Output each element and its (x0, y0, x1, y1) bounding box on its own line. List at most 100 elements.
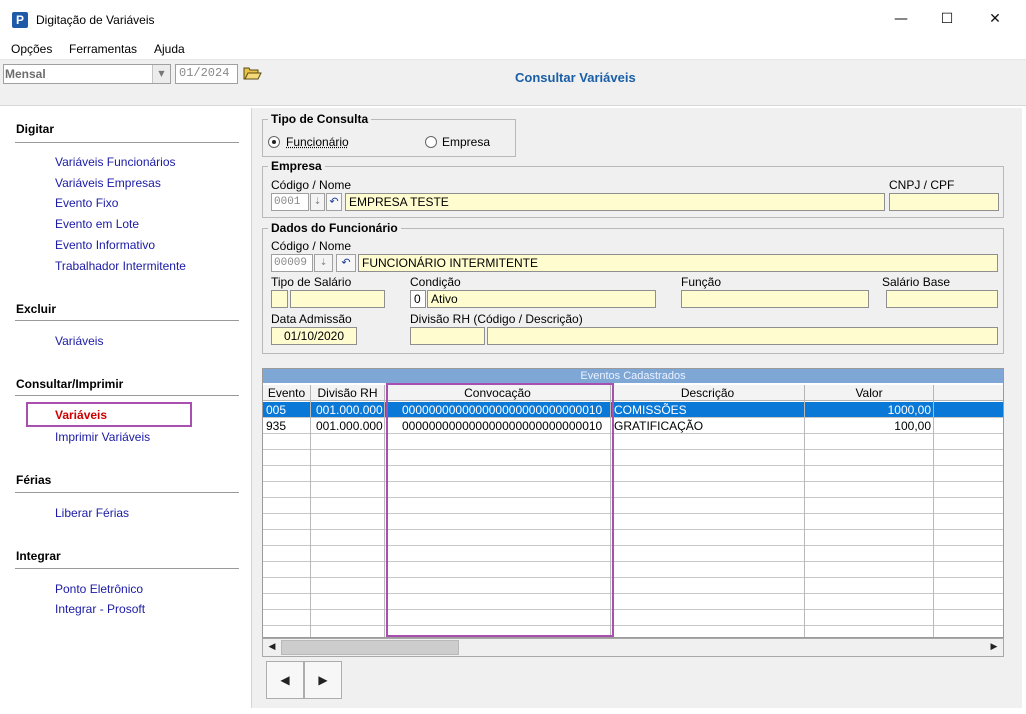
admissao-field[interactable]: 01/10/2020 (271, 327, 357, 345)
highlight-box (386, 383, 614, 637)
radio-funcionario[interactable] (268, 136, 280, 148)
divider (15, 568, 239, 569)
sidebar-item-integrar-prosoft[interactable]: Integrar - Prosoft (55, 602, 145, 616)
row-divider (263, 513, 1003, 514)
divisao-label: Divisão RH (Código / Descrição) (410, 312, 583, 326)
funcionario-codigo-label: Código / Nome (271, 239, 352, 253)
tipo-salario-label: Tipo de Salário (271, 275, 352, 289)
funcionario-nome-field[interactable]: FUNCIONÁRIO INTERMITENTE (358, 254, 998, 272)
highlight-box (26, 402, 192, 427)
row-divider (263, 609, 1003, 610)
divider (15, 142, 239, 143)
sidebar-section-excluir: Excluir (16, 302, 57, 316)
undo-icon[interactable]: ↶ (326, 193, 342, 211)
cell-valor[interactable]: 100,00 (805, 418, 931, 434)
sidebar-item-evento-informativo[interactable]: Evento Informativo (55, 238, 155, 252)
funcao-label: Função (681, 275, 722, 289)
radio-empresa[interactable] (425, 136, 437, 148)
scroll-right-icon[interactable]: ▶ (986, 639, 1002, 656)
funcao-field[interactable] (681, 290, 869, 308)
folder-open-icon[interactable] (242, 63, 262, 83)
tipo-salario-code-field[interactable] (271, 290, 288, 308)
row-divider (263, 561, 1003, 562)
tipo-consulta-title: Tipo de Consulta (268, 112, 372, 126)
cnpj-label: CNPJ / CPF (889, 178, 955, 192)
sidebar-item-consultar-variaveis[interactable]: Variáveis (55, 408, 107, 422)
column-divider (933, 401, 934, 637)
column-divider (804, 401, 805, 637)
radio-funcionario-label[interactable]: Funcionário (286, 135, 349, 149)
row-divider (263, 577, 1003, 578)
cnpj-field[interactable] (889, 193, 999, 211)
sidebar-item-ponto-eletronico[interactable]: Ponto Eletrônico (55, 582, 143, 596)
sidebar-item-excluir-variaveis[interactable]: Variáveis (55, 334, 103, 348)
empresa-nome-field[interactable]: EMPRESA TESTE (345, 193, 885, 211)
row-divider (263, 593, 1003, 594)
sidebar-item-variaveis-funcionarios[interactable]: Variáveis Funcionários (55, 155, 176, 169)
sidebar-item-variaveis-empresas[interactable]: Variáveis Empresas (55, 176, 161, 190)
month-input[interactable]: 01/2024 (175, 64, 238, 84)
column-divider (310, 401, 311, 637)
menu-ferramentas[interactable]: Ferramentas (69, 42, 137, 56)
scroll-left-icon[interactable]: ◀ (264, 639, 280, 656)
sidebar-item-liberar-ferias[interactable]: Liberar Férias (55, 506, 129, 520)
empresa-codigo-input[interactable]: 0001 (271, 193, 309, 211)
sidebar-section-integrar: Integrar (16, 549, 61, 563)
row-divider (263, 545, 1003, 546)
empresa-codigo-label: Código / Nome (271, 178, 352, 192)
row-divider (263, 481, 1003, 482)
sidebar-item-imprimir-variaveis[interactable]: Imprimir Variáveis (55, 430, 150, 444)
cell-evento[interactable]: 005 (266, 402, 286, 418)
minimize-button[interactable]: — (878, 0, 924, 38)
sidebar-item-evento-lote[interactable]: Evento em Lote (55, 217, 139, 231)
menu-ajuda[interactable]: Ajuda (154, 42, 185, 56)
undo-icon[interactable]: ↶ (336, 254, 356, 272)
lookup-icon[interactable]: ⇣ (310, 193, 325, 211)
maximize-button[interactable]: ☐ (924, 0, 970, 38)
next-button[interactable]: ▶ (304, 661, 342, 699)
cell-descricao[interactable]: COMISSÕES (614, 402, 687, 418)
divider (15, 492, 239, 493)
column-header-descricao[interactable]: Descrição (611, 385, 805, 401)
cell-divisao[interactable]: 001.000.000 (316, 418, 383, 434)
period-value: Mensal (5, 67, 46, 81)
window-title: Digitação de Variáveis (36, 13, 155, 27)
cell-evento[interactable]: 935 (266, 418, 286, 434)
close-button[interactable]: ✕ (972, 0, 1018, 38)
sidebar-item-trabalhador-intermitente[interactable]: Trabalhador Intermitente (55, 259, 186, 273)
cell-valor[interactable]: 1000,00 (805, 402, 931, 418)
divisao-field[interactable] (487, 327, 998, 345)
page-title: Consultar Variáveis (515, 70, 636, 85)
prev-button[interactable]: ◀ (266, 661, 304, 699)
admissao-label: Data Admissão (271, 312, 352, 326)
cell-descricao[interactable]: GRATIFICAÇÃO (614, 418, 703, 434)
divider (15, 320, 239, 321)
condicao-label: Condição (410, 275, 461, 289)
sidebar-section-digitar: Digitar (16, 122, 55, 136)
row-divider (263, 465, 1003, 466)
divisao-code-field[interactable] (410, 327, 485, 345)
condicao-code-field[interactable]: 0 (410, 290, 426, 308)
column-header-divisao[interactable]: Divisão RH (311, 385, 385, 401)
empresa-title: Empresa (268, 159, 325, 173)
sidebar-section-ferias: Férias (16, 473, 52, 487)
cell-divisao[interactable]: 001.000.000 (316, 402, 383, 418)
row-divider (263, 497, 1003, 498)
condicao-field[interactable]: Ativo (427, 290, 656, 308)
scroll-thumb[interactable] (281, 640, 459, 655)
lookup-icon[interactable]: ⇣ (314, 254, 333, 272)
radio-empresa-label[interactable]: Empresa (442, 135, 490, 149)
tipo-salario-field[interactable] (290, 290, 385, 308)
column-header-evento[interactable]: Evento (263, 385, 311, 401)
column-header-empty (934, 385, 1003, 401)
funcionario-title: Dados do Funcionário (268, 221, 401, 235)
column-divider (384, 401, 385, 637)
salario-base-field[interactable] (886, 290, 998, 308)
chevron-down-icon[interactable]: ▼ (152, 65, 170, 83)
menu-opcoes[interactable]: Opções (11, 42, 52, 56)
app-icon: P (12, 12, 28, 28)
column-header-valor[interactable]: Valor (805, 385, 934, 401)
sidebar-item-evento-fixo[interactable]: Evento Fixo (55, 196, 118, 210)
funcionario-codigo-input[interactable]: 00009 (271, 254, 313, 272)
row-divider (263, 449, 1003, 450)
